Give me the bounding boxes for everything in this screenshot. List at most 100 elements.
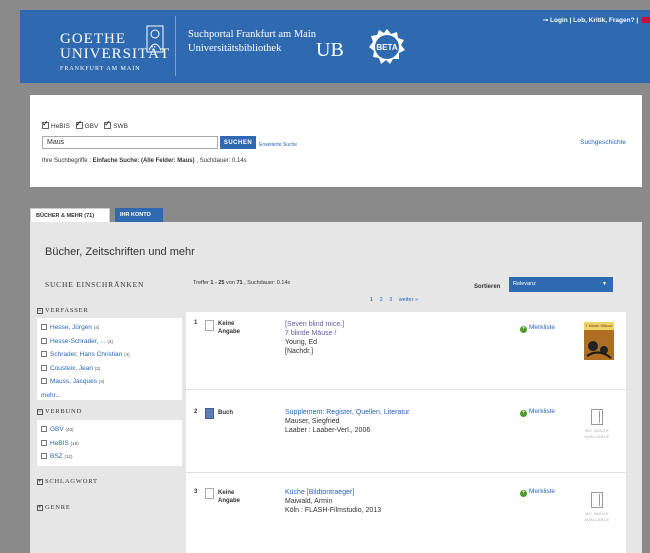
result-details: Küche [Bildtontraeger] Maiwald, Armin Kö…: [285, 488, 495, 515]
facet-item[interactable]: Cousteix, Jean (3): [41, 362, 178, 376]
result-item: 3 Keine Angabe Küche [Bildtontraeger] Ma…: [186, 474, 626, 553]
result-details: [Seven blind mice.] 7 blinde Mäuse / You…: [285, 320, 495, 356]
source-checkboxes: HeBIS GBV SWB: [42, 119, 132, 130]
result-item: 2 Buch Supplement: Register, Quellen, Li…: [186, 391, 626, 473]
source-gbv[interactable]: GBV: [75, 119, 98, 130]
page-title: Bücher, Zeitschriften und mehr: [45, 246, 195, 258]
checkbox[interactable]: [41, 351, 47, 357]
sort-select[interactable]: Relevanz ▼: [509, 277, 613, 292]
result-author: Mauser, Siegfried: [285, 418, 340, 425]
result-title[interactable]: Küche [Bildtontraeger]: [285, 489, 354, 496]
source-swb[interactable]: SWB: [104, 119, 128, 130]
add-to-list-button[interactable]: + Merkliste: [520, 324, 555, 333]
advanced-search-link[interactable]: Erweiterte Suche: [259, 142, 297, 148]
crest-icon: [146, 25, 164, 53]
page-3[interactable]: 3: [389, 297, 392, 303]
facet-network-list: GBV (40) HeBIS (19) BSZ (12): [37, 420, 182, 466]
result-item: 1 Keine Angabe [Seven blind mice.] 7 bli…: [186, 312, 626, 390]
site-header: GOETHE UNIVERSITÄT FRANKFURT AM MAIN Suc…: [20, 10, 650, 83]
facet-item[interactable]: BSZ (12): [41, 450, 178, 464]
result-extra: Köln : FLASH-Filmstudio, 2013: [285, 507, 382, 514]
portal-title-line1: Suchportal Frankfurt am Main: [188, 29, 317, 40]
result-title[interactable]: [Seven blind mice.]: [285, 321, 344, 328]
search-info: Ihre Suchbegriffe : Einfache Suche: (All…: [42, 158, 247, 164]
checkbox[interactable]: [41, 378, 47, 384]
ub-logo: UB: [316, 39, 344, 61]
header-divider: [175, 16, 176, 76]
expand-icon[interactable]: +: [37, 505, 43, 511]
result-number: 1: [194, 320, 198, 326]
cover-title: 7 blinde Mäuse: [584, 322, 614, 330]
checkbox-hebis[interactable]: [42, 119, 49, 129]
portal-title-line2: Universitätsbibliothek: [188, 43, 282, 54]
result-extra: [Nachdr.]: [285, 348, 314, 355]
main-content: Bücher, Zeitschriften und mehr SUCHE EIN…: [30, 222, 642, 553]
tab-account[interactable]: IHR KONTO: [115, 208, 163, 222]
checkbox[interactable]: [41, 439, 47, 446]
facet-item[interactable]: GBV (40): [41, 423, 178, 437]
checkbox-gbv[interactable]: [75, 119, 83, 129]
beta-badge-icon: BETA: [369, 29, 405, 64]
checkbox[interactable]: [41, 324, 47, 330]
login-link[interactable]: Login: [550, 17, 568, 24]
media-type: Keine Angabe: [218, 321, 241, 335]
facet-author-header[interactable]: − VERFASSER: [37, 307, 182, 314]
facet-genre-header[interactable]: + GENRE: [37, 504, 182, 511]
no-image-placeholder: NO IMAGE AVAILABLE: [577, 492, 617, 523]
add-to-list-button[interactable]: + Merkliste: [520, 488, 555, 497]
facet-item[interactable]: Schrader, Hans Christian (4): [41, 348, 178, 362]
logo-subtext: FRANKFURT AM MAIN: [60, 66, 141, 72]
tab-books[interactable]: BÜCHER & MEHR (71): [30, 208, 110, 222]
goethe-university-logo[interactable]: GOETHE UNIVERSITÄT FRANKFURT AM MAIN: [60, 20, 170, 75]
collapse-icon[interactable]: −: [37, 409, 43, 415]
facet-item[interactable]: HeBIS (19): [41, 437, 178, 451]
expand-icon[interactable]: +: [37, 479, 43, 485]
facet-network-header[interactable]: − VERBUND: [37, 408, 182, 415]
search-history-link[interactable]: Suchgeschichte: [580, 139, 626, 146]
next-page-link[interactable]: weiter »: [399, 297, 418, 303]
result-extra: Laaber : Laaber-Verl., 2006: [285, 427, 371, 434]
result-details: Supplement: Register, Quellen, Literatur…: [285, 408, 495, 435]
result-title-2[interactable]: 7 blinde Mäuse /: [285, 330, 336, 337]
add-to-list-button[interactable]: + Merkliste: [520, 408, 555, 417]
checkbox[interactable]: [41, 453, 47, 459]
refine-title: SUCHE EINSCHRÄNKEN: [45, 280, 145, 289]
checkbox[interactable]: [41, 426, 47, 432]
facet-subject-header[interactable]: + SCHLAGWORT: [37, 478, 182, 485]
result-number: 3: [194, 489, 198, 495]
pagination: 1 2 3 weiter »: [370, 297, 418, 303]
sort-label: Sortieren: [474, 284, 501, 290]
dropdown-arrow-icon: ▼: [602, 281, 607, 287]
book-cover-image[interactable]: 7 blinde Mäuse: [584, 322, 614, 360]
plus-icon: +: [520, 326, 527, 333]
results-summary: Treffer 1 - 25 von 71 , Suchdauer: 0.14s: [193, 280, 291, 286]
checkbox[interactable]: [41, 364, 47, 371]
media-type: Buch: [218, 410, 233, 416]
media-type-icon: [205, 320, 214, 331]
book-icon: [205, 408, 214, 419]
facet-more-link[interactable]: mehr...: [41, 389, 178, 403]
checkbox-swb[interactable]: [104, 119, 112, 129]
facet-item[interactable]: Hesse, Jürgen (4): [41, 321, 178, 335]
search-button[interactable]: SUCHEN: [220, 136, 256, 149]
facet-item[interactable]: Mauss, Jacques (3): [41, 375, 178, 389]
feedback-link[interactable]: Lob, Kritik, Fragen?: [573, 17, 634, 24]
results-list: 1 Keine Angabe [Seven blind mice.] 7 bli…: [186, 312, 626, 553]
page-2[interactable]: 2: [380, 297, 383, 303]
search-panel: HeBIS GBV SWB SUCHEN Erweiterte Suche Su…: [30, 95, 642, 187]
source-hebis[interactable]: HeBIS: [42, 119, 70, 130]
book-placeholder-icon: [591, 492, 603, 508]
result-title[interactable]: Supplement: Register, Quellen, Literatur: [285, 409, 410, 416]
search-input[interactable]: [42, 136, 218, 149]
checkbox[interactable]: [41, 337, 47, 344]
facet-author-list: Hesse, Jürgen (4) Hesse-Schrader, ... (4…: [37, 318, 182, 400]
english-flag-icon[interactable]: [642, 17, 650, 24]
result-author: Young, Ed: [285, 339, 318, 346]
logo-text: GOETHE UNIVERSITÄT: [60, 31, 171, 62]
key-icon: ⊸: [542, 17, 549, 24]
collapse-icon[interactable]: −: [37, 308, 43, 314]
book-placeholder-icon: [591, 409, 603, 425]
no-image-placeholder: NO IMAGE AVAILABLE: [577, 409, 617, 440]
plus-icon: +: [520, 490, 527, 497]
facet-item[interactable]: Hesse-Schrader, ... (4): [41, 335, 178, 349]
